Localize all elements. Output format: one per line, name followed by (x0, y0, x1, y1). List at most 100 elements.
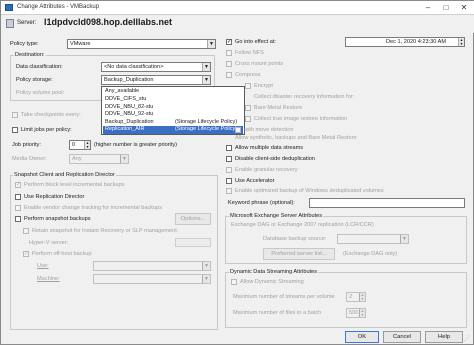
compress-checkbox[interactable] (226, 72, 232, 78)
exchange-title: Microsoft Exchange Server Attributes (229, 213, 324, 219)
db-source-select[interactable]: ▼ (337, 234, 409, 244)
data-classification-select[interactable]: <No data classification> ▼ (101, 62, 211, 72)
collect-dr-label: Collect disaster recovery information fo… (254, 94, 355, 100)
offhost-checkbox[interactable]: ✓ (23, 251, 29, 257)
use-select[interactable]: ▼ (93, 261, 211, 271)
encrypt-checkbox[interactable] (245, 83, 251, 89)
limit-jobs-checkbox[interactable] (12, 127, 18, 133)
multiple-streams-checkbox[interactable] (226, 145, 232, 151)
retain-snapshot-label: Retain snapshot for Instant Recovery or … (32, 228, 177, 234)
limit-jobs-label: Limit jobs per policy: (21, 127, 72, 133)
chevron-down-icon: ▼ (120, 155, 128, 163)
server-bar: Server: l1dpdvcld098.hop.delllabs.net (2, 15, 474, 33)
disable-dedup-label: Disable client-side deduplication (235, 156, 315, 162)
max-streams-label: Maximum number of streams per volume (233, 294, 335, 300)
policy-storage-select[interactable]: Backup_Duplication ▼ (101, 75, 211, 85)
destination-title: Destination: (14, 52, 46, 58)
go-into-effect-datetime[interactable]: Dec 1, 2020 4:23:30 AM ▲ ▼ (345, 37, 465, 47)
move-detection-checkbox[interactable] (235, 127, 241, 133)
job-priority-value: 0 (72, 142, 76, 148)
granular-checkbox[interactable] (226, 167, 232, 173)
job-priority-hint: (higher number is greater priority) (94, 142, 178, 148)
cross-mount-checkbox[interactable] (226, 61, 232, 67)
storage-option[interactable]: DDVE_CIFS_stu (103, 96, 243, 104)
encrypt-label: Encrypt (254, 83, 273, 89)
storage-option[interactable]: Any_available (103, 88, 243, 96)
block-level-checkbox[interactable]: ✓ (15, 182, 21, 188)
true-image-checkbox[interactable] (245, 116, 251, 122)
bare-metal-checkbox[interactable] (245, 105, 251, 111)
server-icon (6, 19, 14, 28)
true-image-label: Collect true image restore information (254, 116, 348, 122)
machine-select[interactable]: ▼ (93, 274, 211, 284)
options-button[interactable]: Options... (175, 213, 211, 225)
policy-volume-pool-label: Policy volume pool: (16, 90, 65, 96)
allow-dynamic-label: Allow Dynamic Streaming (240, 279, 304, 285)
exchange-dag-only-label: (Exchange DAG only) (343, 251, 398, 257)
multiple-streams-label: Allow multiple data streams (235, 145, 304, 151)
policy-type-value: VMware (70, 41, 91, 47)
spinner-arrows-icon[interactable]: ▲ ▼ (84, 141, 90, 149)
machine-label: Machine: (37, 276, 60, 282)
db-source-label: Database backup source: (263, 236, 327, 242)
offhost-label: Perform off-host backup (32, 251, 92, 257)
enable-vendor-checkbox[interactable] (15, 205, 21, 211)
follow-nfs-checkbox[interactable] (226, 50, 232, 56)
go-into-effect-value: Dec 1, 2020 4:23:30 AM (386, 39, 447, 45)
accelerator-checkbox[interactable] (226, 178, 232, 184)
go-into-effect-checkbox[interactable]: ✓ (226, 39, 232, 45)
preferred-server-button[interactable]: Preferred server list... (263, 248, 335, 260)
help-button[interactable]: Help (425, 331, 463, 343)
block-level-label: Perform block level incremental backups (24, 182, 125, 188)
use-replication-label: Use Replication Director (24, 194, 85, 200)
use-replication-checkbox[interactable] (15, 194, 21, 200)
policy-type-select[interactable]: VMware ▼ (67, 39, 216, 49)
ok-button[interactable]: OK (345, 331, 379, 343)
bare-metal-label: Bare Metal Restore (254, 105, 303, 111)
chevron-down-icon: ▼ (400, 235, 408, 243)
max-streams-spinner[interactable]: 2 ▲ ▼ (346, 292, 366, 302)
data-classification-value: <No data classification> (104, 64, 164, 70)
max-files-label: Maximum number of files in a batch (233, 310, 322, 316)
chevron-down-icon: ▼ (202, 63, 210, 71)
perform-snapshot-label: Perform snapshot backups (24, 216, 91, 222)
resize-grip-icon[interactable]: ⋰ (464, 335, 472, 343)
policy-storage-value: Backup_Duplication (104, 77, 154, 83)
chevron-down-icon: ▼ (202, 275, 210, 283)
media-owner-value: Any (72, 156, 82, 162)
dynamic-title: Dynamic Data Streaming Attributes (229, 269, 319, 275)
spinner-arrows-icon[interactable]: ▲ ▼ (458, 38, 464, 46)
spinner-arrows-icon[interactable]: ▲ ▼ (359, 293, 365, 301)
spinner-arrows-icon[interactable]: ▲ ▼ (359, 309, 365, 317)
perform-snapshot-checkbox[interactable] (15, 216, 21, 222)
maximize-button[interactable]: □ (439, 2, 453, 13)
go-into-effect-label: Go into effect at: (235, 39, 276, 45)
minimize-button[interactable]: – (421, 2, 435, 13)
chevron-down-icon: ▼ (207, 40, 215, 48)
max-streams-value: 2 (349, 294, 353, 300)
storage-option-selected[interactable]: Replication_AIR (Storage Lifecycle Policy… (103, 126, 243, 134)
policy-storage-label: Policy storage: (16, 77, 53, 83)
snapshot-group-title: Snapshot Client and Replication Director (13, 172, 116, 178)
media-owner-select[interactable]: Any ▼ (69, 154, 129, 164)
storage-option[interactable]: Backup_Duplication (Storage Lifecycle Pol… (103, 119, 243, 127)
allow-dynamic-checkbox[interactable] (231, 279, 237, 285)
disable-dedup-checkbox[interactable] (226, 156, 232, 162)
hyperv-label: Hyper-V server: (29, 240, 69, 246)
title-bar: Change Attributes - VMBackup – □ ✕ (1, 1, 474, 15)
keyword-input[interactable] (309, 198, 465, 208)
job-priority-spinner[interactable]: 0 ▲ ▼ (69, 140, 91, 150)
follow-nfs-label: Follow NFS (235, 50, 264, 56)
storage-option[interactable]: DDVE_NBU_82-stu (103, 104, 243, 112)
hyperv-input[interactable] (175, 238, 211, 247)
accelerator-label: Use Accelerator (235, 178, 275, 184)
optimized-checkbox[interactable] (226, 188, 232, 194)
cancel-button[interactable]: Cancel (383, 331, 421, 343)
max-files-spinner[interactable]: 500 ▲ ▼ (346, 308, 366, 318)
close-button[interactable]: ✕ (457, 2, 471, 13)
app-icon (5, 4, 13, 11)
policy-type-label: Policy type: (10, 41, 39, 47)
retain-snapshot-checkbox[interactable] (23, 228, 29, 234)
storage-option[interactable]: DDVE_NBU_92-stu (103, 111, 243, 119)
take-checkpoints-checkbox[interactable] (12, 112, 18, 118)
